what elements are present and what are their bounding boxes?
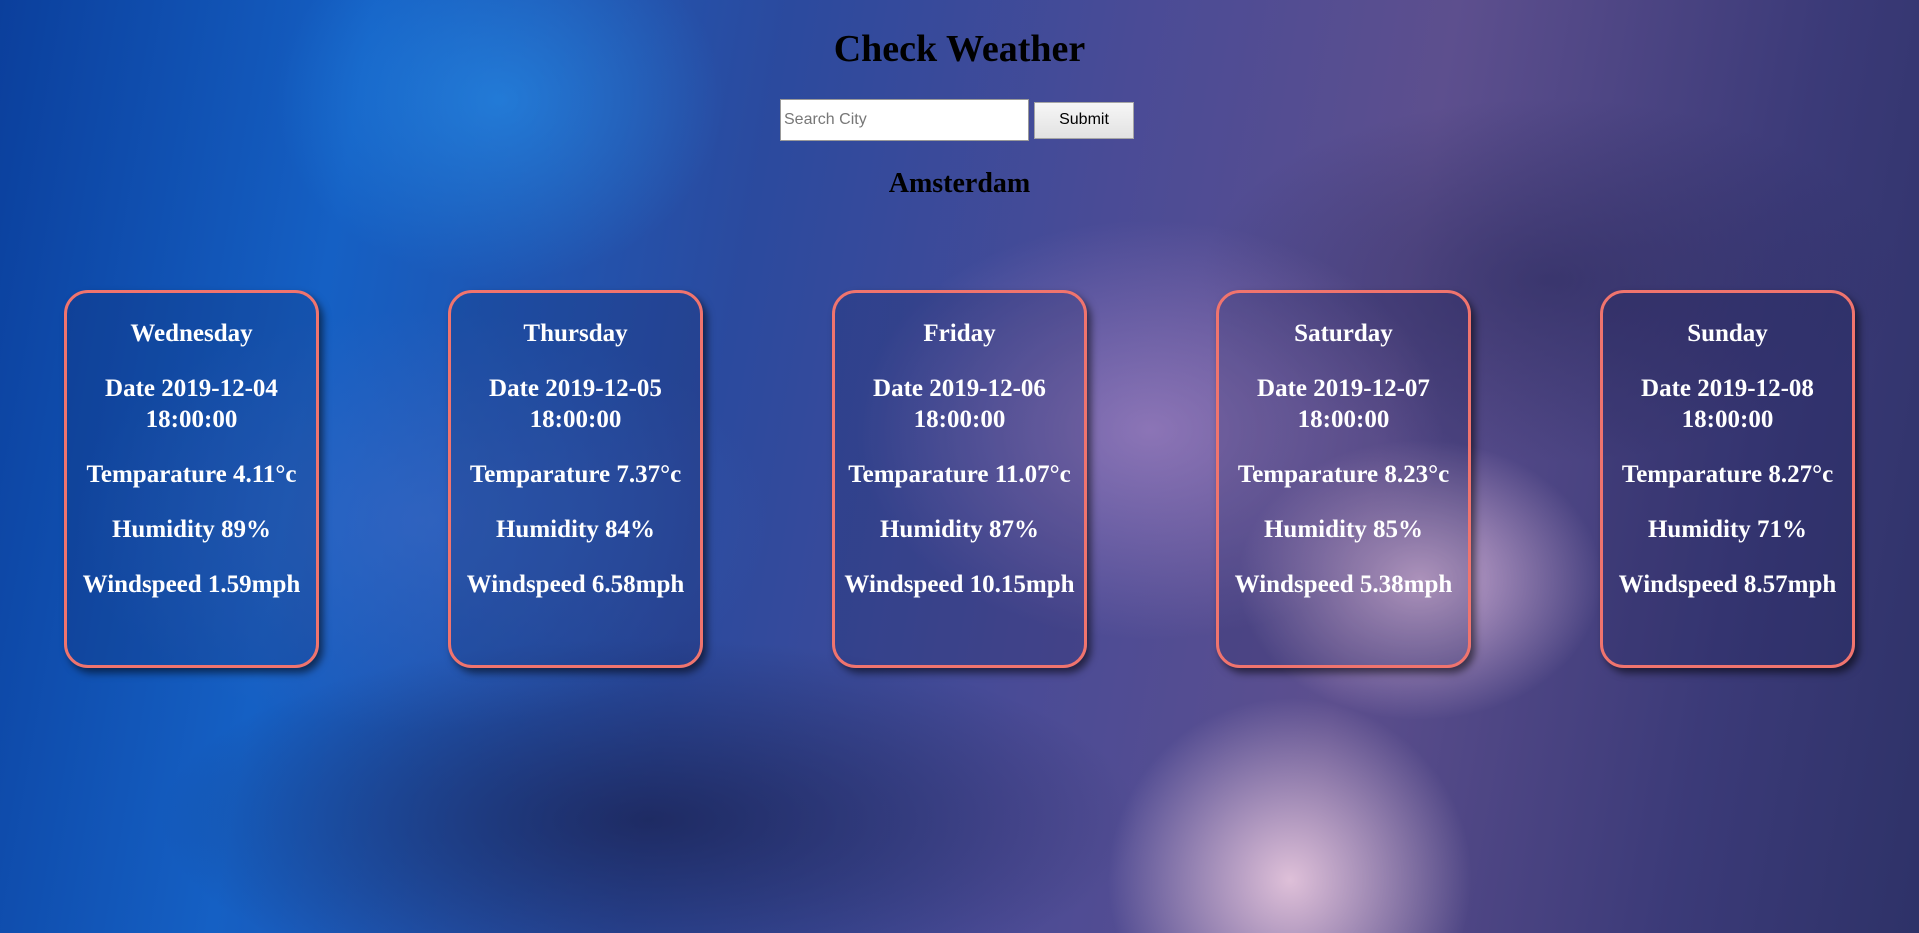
forecast-date: Date 2019-12-06 18:00:00 xyxy=(873,375,1046,433)
search-form: Submit xyxy=(780,99,1134,141)
forecast-humidity: Humidity 89% xyxy=(111,516,272,543)
forecast-windspeed: Windspeed 10.15mph xyxy=(844,571,1075,598)
forecast-day: Wednesday xyxy=(130,320,253,347)
page-title: Check Weather xyxy=(833,28,1086,70)
forecast-humidity: Humidity 84% xyxy=(495,516,656,543)
forecast-humidity: Humidity 85% xyxy=(1263,516,1424,543)
forecast-temperature: Temparature 11.07°c xyxy=(848,461,1071,488)
search-city-input[interactable] xyxy=(780,99,1029,141)
forecast-temperature: Temparature 4.11°c xyxy=(86,461,297,488)
forecast-date: Date 2019-12-04 18:00:00 xyxy=(105,375,278,433)
forecast-day: Thursday xyxy=(523,320,628,347)
forecast-day: Sunday xyxy=(1687,320,1768,347)
city-name: Amsterdam xyxy=(888,168,1031,199)
forecast-day: Saturday xyxy=(1294,320,1393,347)
forecast-temperature: Temparature 7.37°c xyxy=(469,461,682,488)
forecast-card-friday: Friday Date 2019-12-06 18:00:00 Temparat… xyxy=(832,290,1087,668)
forecast-windspeed: Windspeed 1.59mph xyxy=(82,571,301,598)
forecast-date: Date 2019-12-08 18:00:00 xyxy=(1641,375,1814,433)
forecast-date: Date 2019-12-07 18:00:00 xyxy=(1257,375,1430,433)
forecast-day: Friday xyxy=(923,320,996,347)
forecast-card-sunday: Sunday Date 2019-12-08 18:00:00 Temparat… xyxy=(1600,290,1855,668)
forecast-temperature: Temparature 8.27°c xyxy=(1621,461,1834,488)
submit-button[interactable]: Submit xyxy=(1034,101,1134,139)
forecast-windspeed: Windspeed 6.58mph xyxy=(466,571,685,598)
forecast-humidity: Humidity 87% xyxy=(879,516,1040,543)
forecast-temperature: Temparature 8.23°c xyxy=(1237,461,1450,488)
forecast-windspeed: Windspeed 8.57mph xyxy=(1618,571,1837,598)
forecast-card-wednesday: Wednesday Date 2019-12-04 18:00:00 Tempa… xyxy=(64,290,319,668)
forecast-card-thursday: Thursday Date 2019-12-05 18:00:00 Tempar… xyxy=(448,290,703,668)
forecast-card-saturday: Saturday Date 2019-12-07 18:00:00 Tempar… xyxy=(1216,290,1471,668)
forecast-windspeed: Windspeed 5.38mph xyxy=(1234,571,1453,598)
forecast-humidity: Humidity 71% xyxy=(1647,516,1808,543)
forecast-date: Date 2019-12-05 18:00:00 xyxy=(489,375,662,433)
